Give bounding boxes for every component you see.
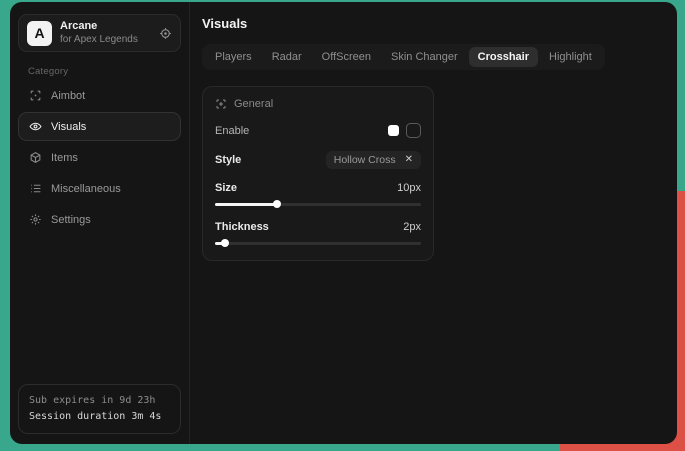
app-logo: A — [27, 21, 52, 46]
app-header-card: A Arcane for Apex Legends — [18, 14, 181, 52]
sidebar-item-label: Visuals — [51, 121, 86, 133]
crosshair-icon — [29, 89, 42, 102]
tab-bar: Players Radar OffScreen Skin Changer Cro… — [202, 44, 605, 70]
style-row: Style Hollow Cross ✕ — [215, 151, 421, 169]
sidebar-item-miscellaneous[interactable]: Miscellaneous — [18, 174, 181, 203]
gear-icon — [29, 213, 42, 226]
page-title: Visuals — [202, 16, 665, 31]
color-swatch[interactable] — [388, 125, 399, 136]
style-label: Style — [215, 154, 241, 166]
tab-offscreen[interactable]: OffScreen — [313, 47, 380, 67]
session-duration-text: Session duration 3m 4s — [29, 409, 170, 425]
size-row: Size 10px — [215, 182, 421, 194]
thickness-row: Thickness 2px — [215, 221, 421, 233]
remove-icon[interactable]: ✕ — [405, 155, 413, 165]
tab-players[interactable]: Players — [206, 47, 261, 67]
sidebar-item-visuals[interactable]: Visuals — [18, 112, 181, 141]
sidebar-item-aimbot[interactable]: Aimbot — [18, 81, 181, 110]
scan-crosshair-icon — [215, 98, 227, 110]
enable-label: Enable — [215, 125, 249, 137]
box-icon — [29, 151, 42, 164]
sidebar-item-items[interactable]: Items — [18, 143, 181, 172]
sidebar-item-label: Items — [51, 152, 78, 164]
tab-radar[interactable]: Radar — [263, 47, 311, 67]
enable-row: Enable — [215, 123, 421, 138]
size-slider-fill — [215, 203, 277, 206]
category-label: Category — [28, 66, 181, 77]
sidebar: A Arcane for Apex Legends Category — [10, 2, 190, 444]
size-value: 10px — [397, 182, 421, 194]
subscription-card: Sub expires in 9d 23h Session duration 3… — [18, 384, 181, 434]
thickness-value: 2px — [403, 221, 421, 233]
sidebar-nav: Aimbot Visuals Items — [18, 81, 181, 234]
style-select[interactable]: Hollow Cross ✕ — [326, 151, 421, 169]
thickness-slider-thumb[interactable] — [221, 239, 229, 247]
app-meta: Arcane for Apex Legends — [60, 20, 151, 46]
sub-expires-text: Sub expires in 9d 23h — [29, 393, 170, 409]
main-content: Visuals Players Radar OffScreen Skin Cha… — [190, 2, 677, 444]
list-icon — [29, 182, 42, 195]
general-panel-title: General — [234, 98, 273, 110]
size-slider-thumb[interactable] — [273, 200, 281, 208]
tab-crosshair[interactable]: Crosshair — [469, 47, 538, 67]
sidebar-item-label: Settings — [51, 214, 91, 226]
app-title: Arcane — [60, 20, 151, 34]
thickness-label: Thickness — [215, 221, 269, 233]
sidebar-item-label: Aimbot — [51, 90, 85, 102]
target-icon[interactable] — [159, 27, 172, 40]
tab-skin-changer[interactable]: Skin Changer — [382, 47, 467, 67]
tab-highlight[interactable]: Highlight — [540, 47, 601, 67]
general-panel-header: General — [215, 98, 421, 110]
thickness-slider-track[interactable] — [215, 242, 421, 245]
sidebar-item-settings[interactable]: Settings — [18, 205, 181, 234]
eye-icon — [29, 120, 42, 133]
general-panel: General Enable Style Hollow Cross ✕ Size… — [202, 86, 434, 261]
app-subtitle: for Apex Legends — [60, 34, 151, 47]
sidebar-item-label: Miscellaneous — [51, 183, 121, 195]
size-slider[interactable] — [215, 200, 421, 208]
arcane-window: A Arcane for Apex Legends Category — [10, 2, 677, 444]
thickness-slider[interactable] — [215, 239, 421, 247]
enable-checkbox[interactable] — [406, 123, 421, 138]
style-value: Hollow Cross — [334, 154, 396, 166]
size-label: Size — [215, 182, 237, 194]
